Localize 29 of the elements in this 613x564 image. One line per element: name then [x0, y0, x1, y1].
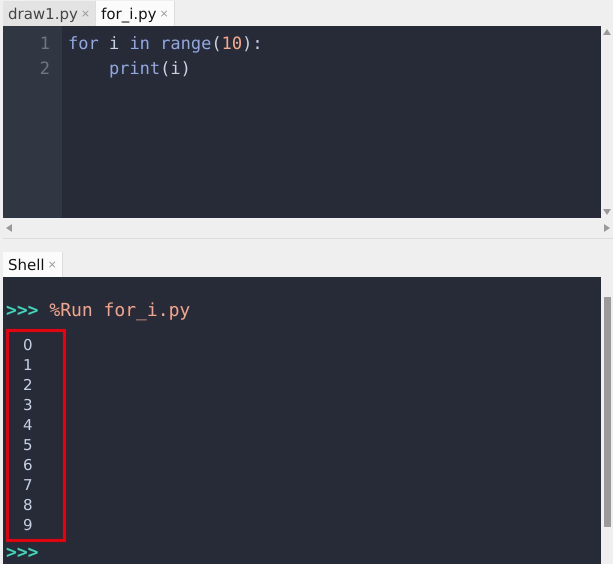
file-tab[interactable]: for_i.py ×: [96, 1, 175, 26]
vertical-scrollbar[interactable]: [601, 277, 613, 564]
scroll-right-icon[interactable]: [603, 223, 611, 233]
output-line: 6: [23, 455, 34, 475]
code-line: for i in range(10):: [68, 33, 264, 56]
scroll-down-icon[interactable]: [602, 208, 612, 216]
output-line: 4: [23, 415, 34, 435]
scroll-up-icon[interactable]: [602, 28, 612, 36]
output-line: 8: [23, 495, 34, 515]
output-line: 9: [23, 515, 34, 535]
file-tab[interactable]: draw1.py ×: [3, 1, 96, 26]
output-line: 1: [23, 355, 34, 375]
output-line: 7: [23, 475, 34, 495]
shell-tab[interactable]: Shell ×: [3, 252, 63, 277]
output-line: 5: [23, 435, 34, 455]
shell-prompt: >>>: [6, 300, 39, 321]
tab-label: for_i.py: [101, 4, 157, 22]
scrollbar-thumb[interactable]: [604, 297, 610, 527]
output-line: 3: [23, 395, 34, 415]
output-line: 2: [23, 375, 34, 395]
code-line: print(i): [108, 58, 192, 81]
shell-command: %Run for_i.py: [49, 300, 190, 321]
tab-label: Shell: [8, 256, 45, 274]
line-number: 1: [38, 33, 51, 56]
shell-prompt: >>>: [6, 542, 40, 564]
output-line: 0: [23, 335, 34, 355]
tab-label: draw1.py: [8, 4, 78, 22]
line-number: 2: [38, 58, 51, 81]
scroll-left-icon[interactable]: [5, 223, 13, 233]
